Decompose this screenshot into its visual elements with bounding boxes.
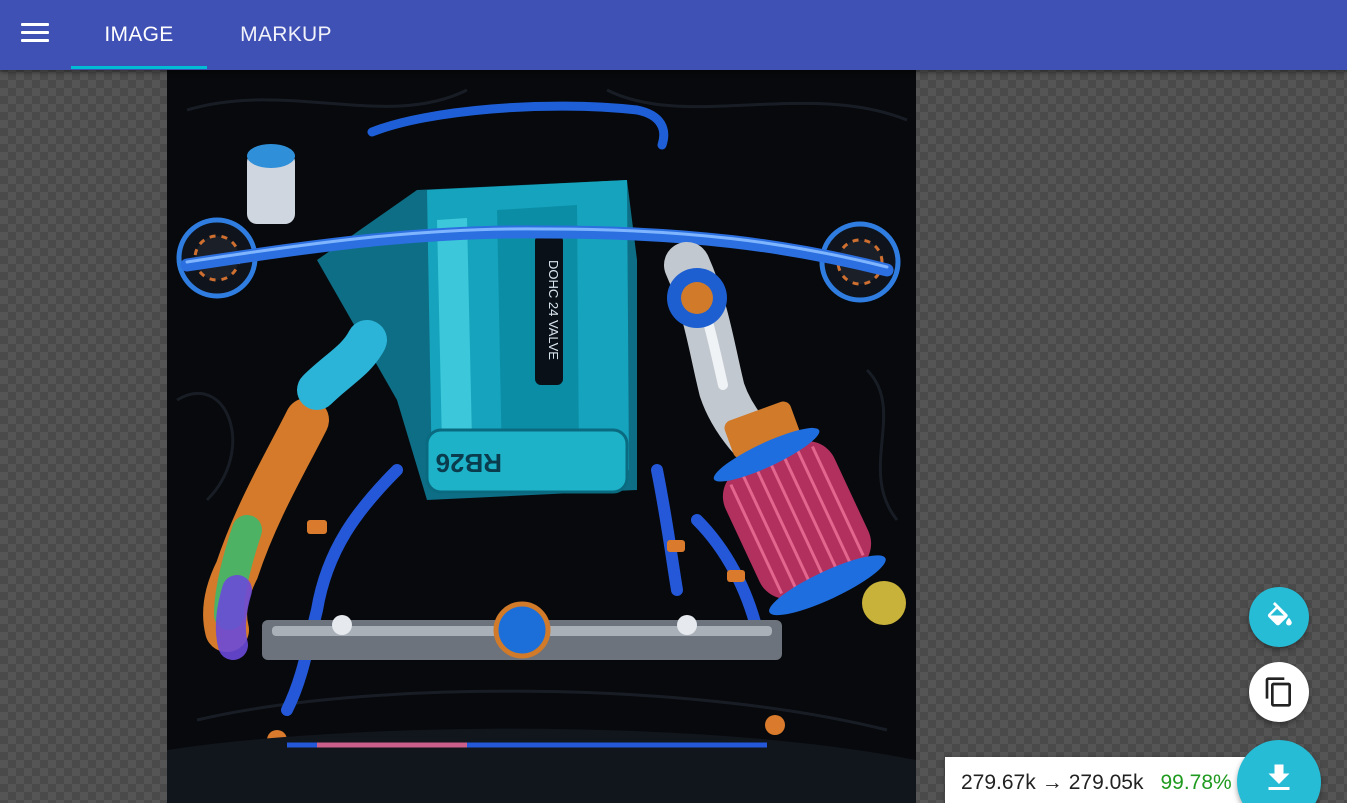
original-size: 279.67k [961, 771, 1036, 794]
menu-line [21, 30, 49, 34]
copy-button[interactable] [1249, 662, 1309, 722]
download-icon [1268, 764, 1290, 790]
engine-bay-illustration: DOHC 24 VALVE RB26 [167, 70, 916, 803]
size-arrow: → [1041, 771, 1063, 794]
hamburger-menu-icon[interactable] [14, 14, 56, 50]
tab-image[interactable]: IMAGE [71, 0, 207, 70]
size-percent: 99.78% [1160, 771, 1232, 794]
menu-line [21, 22, 49, 26]
active-tab-indicator [71, 66, 207, 69]
paint-bucket-icon [1267, 601, 1292, 626]
engine-badge: RB26 [436, 448, 502, 478]
tab-markup[interactable]: MARKUP [215, 0, 357, 70]
svg-text:DOHC 24 VALVE: DOHC 24 VALVE [546, 260, 561, 360]
copy-icon [1265, 677, 1291, 707]
size-stats: 279.67k → 279.05k 99.78% [945, 757, 1245, 803]
menu-line [21, 38, 49, 42]
download-button[interactable] [1237, 740, 1321, 803]
theme-toggle-button[interactable] [1249, 587, 1309, 647]
optimized-size: 279.05k [1068, 771, 1144, 794]
app-bar: IMAGE MARKUP [0, 0, 1347, 70]
image-preview: DOHC 24 VALVE RB26 [167, 70, 916, 803]
